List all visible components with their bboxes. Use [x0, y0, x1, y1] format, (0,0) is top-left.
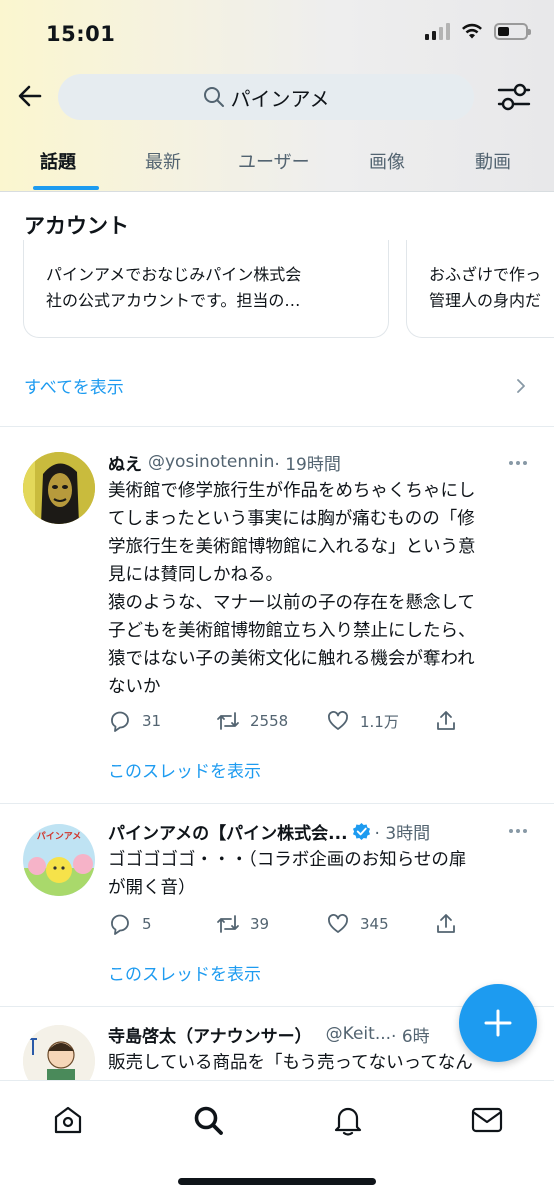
- tweet-timestamp: · 6時: [391, 1026, 430, 1047]
- show-thread-link[interactable]: このスレッドを表示: [108, 960, 261, 985]
- heart-icon: [328, 914, 348, 933]
- active-tab-indicator: [33, 186, 99, 190]
- tab-users[interactable]: ユーザー: [238, 148, 310, 174]
- tweet-timestamp: · 19時間: [274, 454, 341, 475]
- search-tabs: 話題 最新 ユーザー 画像 動画: [0, 140, 554, 192]
- search-icon: [203, 87, 224, 107]
- reply-count: 31: [142, 712, 162, 730]
- tweet-actions: 31 2558 1.1万: [108, 709, 538, 733]
- tab-images[interactable]: 画像: [369, 148, 405, 174]
- bell-icon[interactable]: [331, 1103, 365, 1137]
- more-options-icon[interactable]: [508, 460, 528, 466]
- tweet[interactable]: ぬえ @yosinotennin · 19時間 美術館で修学旅行生が作品をめちゃ…: [0, 427, 554, 803]
- tab-latest[interactable]: 最新: [145, 148, 181, 174]
- plus-icon: [484, 1009, 512, 1037]
- reply-icon: [111, 914, 129, 935]
- more-options-icon[interactable]: [508, 828, 528, 834]
- cellular-signal-icon: [425, 22, 450, 40]
- account-card[interactable]: パインアメでおなじみパイン株式会 社の公式アカウントです。担当の…: [23, 240, 389, 338]
- tab-top[interactable]: 話題: [40, 148, 76, 174]
- like-count: 345: [360, 915, 389, 933]
- retweet-icon: [217, 712, 239, 730]
- search-nav-icon[interactable]: [191, 1103, 225, 1137]
- avatar-image: [23, 452, 95, 524]
- back-arrow-icon[interactable]: [14, 80, 46, 112]
- header-divider: [0, 191, 554, 192]
- tab-videos[interactable]: 動画: [475, 148, 511, 174]
- reply-count: 5: [142, 915, 152, 933]
- tweet-text: 販売している商品を「もう売ってないってなん: [108, 1053, 473, 1073]
- retweet-button[interactable]: 2558: [216, 709, 288, 733]
- account-bio-line: 管理人の身内だ: [429, 291, 542, 310]
- status-time: 15:01: [46, 22, 116, 46]
- verified-badge-icon: [352, 822, 370, 840]
- battery-icon: [494, 22, 531, 40]
- account-bio-line: パインアメでおなじみパイン株式会: [46, 265, 302, 284]
- show-thread-link[interactable]: このスレッドを表示: [108, 757, 261, 782]
- share-button[interactable]: [434, 709, 458, 733]
- share-icon: [437, 914, 455, 933]
- tweet-author-name[interactable]: ぬえ: [108, 450, 142, 475]
- avatar-image: [23, 1025, 95, 1080]
- retweet-count: 39: [250, 915, 270, 933]
- compose-tweet-button[interactable]: [459, 984, 537, 1062]
- reply-icon: [111, 711, 129, 732]
- avatar[interactable]: [23, 452, 95, 524]
- share-button[interactable]: [434, 912, 458, 936]
- avatar-logo-text: パインアメ: [36, 832, 82, 842]
- share-icon: [437, 711, 455, 730]
- reply-button[interactable]: 31: [108, 709, 161, 733]
- tweet-actions: 5 39 345: [108, 912, 538, 936]
- search-row: パインアメ: [0, 74, 554, 120]
- retweet-button[interactable]: 39: [216, 912, 269, 936]
- home-indicator: [178, 1178, 376, 1185]
- avatar[interactable]: [23, 1025, 95, 1080]
- status-bar: 15:01: [0, 0, 554, 70]
- account-bio-line: 社の公式アカウントです。担当の…: [46, 291, 301, 310]
- search-input[interactable]: パインアメ: [58, 74, 474, 120]
- avatar[interactable]: パインアメ: [23, 824, 95, 896]
- status-icons: [425, 22, 531, 40]
- retweet-icon: [217, 915, 239, 933]
- wifi-icon: [462, 23, 482, 39]
- tweet-author-handle[interactable]: @Keit...: [326, 1024, 391, 1044]
- mail-icon[interactable]: [470, 1103, 504, 1137]
- heart-icon: [328, 711, 348, 730]
- reply-button[interactable]: 5: [108, 912, 152, 936]
- tweet-author-name[interactable]: 寺島啓太（アナウンサー）: [108, 1022, 312, 1047]
- account-bio-line: おふざけで作っ: [429, 265, 542, 284]
- account-card[interactable]: おふざけで作っ 管理人の身内だ: [406, 240, 554, 338]
- tweet-text: ゴゴゴゴゴ・・・（コラボ企画のお知らせの扉 が開く音）: [108, 850, 467, 898]
- tweet-text: 美術館で修学旅行生が作品をめちゃくちゃにし てしまったという事実には胸が痛むもの…: [108, 481, 476, 697]
- filter-settings-icon[interactable]: [496, 80, 532, 114]
- search-query: パインアメ: [230, 86, 330, 111]
- tweet-header: パインアメの【パイン株式会... · 3時間: [108, 818, 534, 844]
- top-header: 15:01 パインアメ 話題 最新 ユーザー 画像 動画: [0, 0, 554, 192]
- home-icon[interactable]: [51, 1103, 85, 1137]
- like-count: 1.1万: [360, 712, 399, 731]
- tweet-author-name[interactable]: パインアメの【パイン株式会...: [108, 819, 348, 844]
- show-all-accounts-link[interactable]: すべてを表示: [24, 373, 124, 398]
- tweet-author-handle[interactable]: @yosinotennin: [148, 452, 274, 472]
- like-button[interactable]: 1.1万: [326, 709, 399, 733]
- like-button[interactable]: 345: [326, 912, 389, 936]
- chevron-right-icon[interactable]: [515, 378, 527, 394]
- retweet-count: 2558: [250, 712, 289, 730]
- tweet-timestamp: · 3時間: [374, 823, 431, 844]
- accounts-section-title: アカウント: [24, 214, 129, 238]
- tweet[interactable]: パインアメ パインアメの【パイン株式会... · 3時間 ゴゴゴゴゴ・・・（コラ…: [0, 804, 554, 1006]
- tweet-header: ぬえ @yosinotennin · 19時間: [108, 449, 534, 475]
